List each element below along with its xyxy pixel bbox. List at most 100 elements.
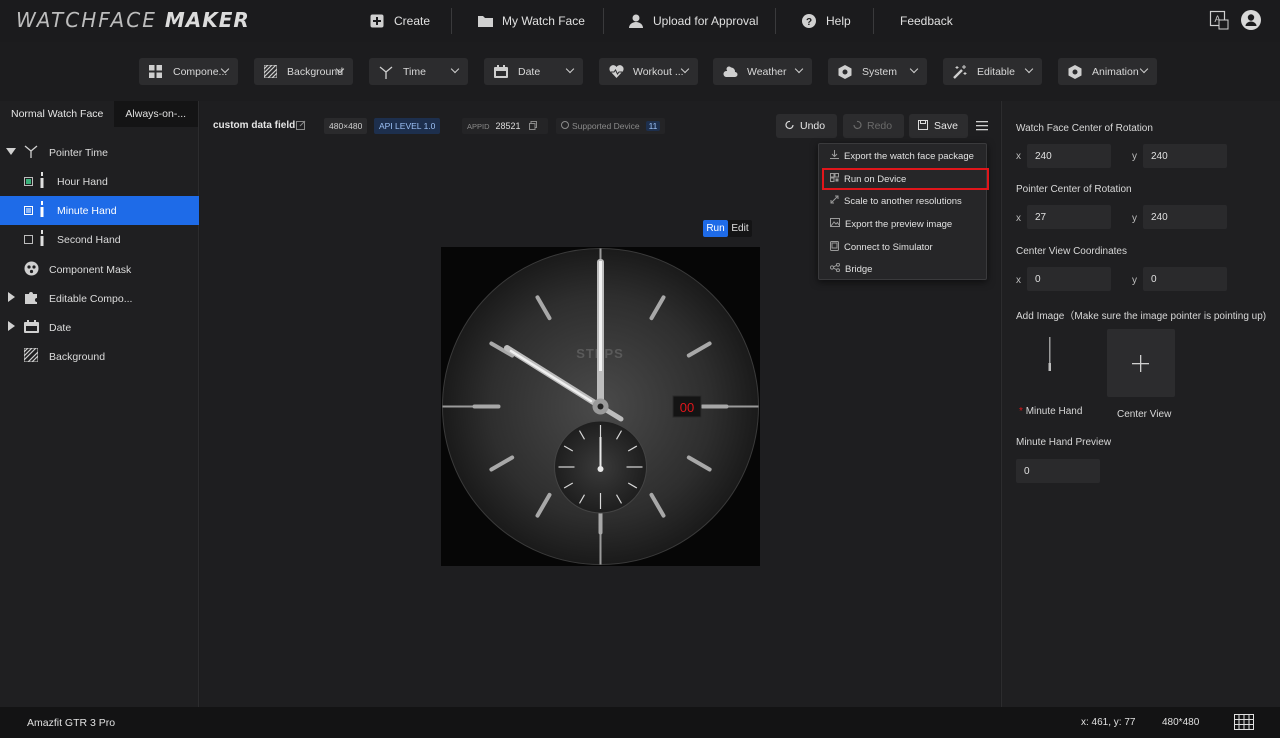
clock-hands-icon bbox=[379, 65, 393, 79]
resolution-badge: 480×480 bbox=[324, 118, 368, 134]
add-image-label: Add Image（Make sure the image pointer is… bbox=[1016, 311, 1267, 322]
undo-button[interactable]: Undo bbox=[776, 114, 837, 138]
menu-item-connect-simulator[interactable]: Connect to Simulator bbox=[819, 236, 988, 258]
more-options-menu: Export the watch face package Run on Dev… bbox=[818, 143, 989, 280]
simulator-icon bbox=[830, 240, 839, 254]
my-watch-face-button[interactable]: My Watch Face bbox=[478, 14, 585, 28]
tree-item-date[interactable]: Date bbox=[0, 313, 199, 342]
chevron-down-icon bbox=[1024, 64, 1034, 74]
edit-name-icon[interactable] bbox=[296, 120, 306, 133]
component-toolbar: Compone... Background Time Date Workout … bbox=[0, 42, 1280, 101]
component-button-system[interactable]: System bbox=[828, 58, 927, 85]
y-label: y bbox=[1132, 275, 1137, 286]
redo-button[interactable]: Redo bbox=[843, 114, 904, 138]
account-avatar-icon[interactable] bbox=[1241, 10, 1261, 30]
save-button[interactable]: Save bbox=[909, 114, 968, 138]
x-label: x bbox=[1016, 275, 1021, 286]
component-button-weather[interactable]: Weather bbox=[713, 58, 812, 85]
copy-icon[interactable] bbox=[528, 120, 537, 132]
center-rotation-label: Watch Face Center of Rotation bbox=[1016, 123, 1153, 134]
component-button-time[interactable]: Time bbox=[369, 58, 468, 85]
device-name[interactable]: Amazfit GTR 3 Pro bbox=[27, 717, 115, 729]
create-button[interactable]: Create bbox=[370, 14, 430, 28]
clock-hands-icon bbox=[24, 144, 40, 161]
component-button-date[interactable]: Date bbox=[484, 58, 583, 85]
minute-hand-preview-label: Minute Hand Preview bbox=[1016, 437, 1112, 448]
component-button-workout[interactable]: Workout ... bbox=[599, 58, 698, 85]
tab-normal-watch-face[interactable]: Normal Watch Face bbox=[0, 101, 115, 127]
tree-item-minute-hand[interactable]: Minute Hand bbox=[0, 196, 199, 225]
plus-square-icon bbox=[370, 14, 384, 28]
y-label: y bbox=[1132, 151, 1137, 162]
user-icon bbox=[629, 14, 643, 28]
tree-item-pointer-time[interactable]: Pointer Time bbox=[0, 138, 199, 167]
center-rotation-x-input[interactable]: 240 bbox=[1027, 144, 1111, 168]
edit-toggle[interactable]: Edit bbox=[728, 220, 752, 237]
watch-face-preview[interactable]: STEPS 00 bbox=[441, 247, 760, 566]
hexagon-icon bbox=[1068, 64, 1082, 79]
hand-icon bbox=[40, 230, 46, 249]
canvas-resolution: 480*480 bbox=[1162, 717, 1200, 728]
grid-toggle-icon[interactable] bbox=[1234, 714, 1254, 733]
hand-icon bbox=[40, 201, 46, 220]
menu-item-scale-resolutions[interactable]: Scale to another resolutions bbox=[819, 190, 988, 212]
calendar-icon bbox=[24, 319, 40, 336]
center-view-upload-button[interactable] bbox=[1107, 329, 1175, 397]
minute-hand-preview-input[interactable]: 0 bbox=[1016, 459, 1100, 483]
tree-item-editable-components[interactable]: Editable Compo... bbox=[0, 284, 199, 313]
center-view-y-input[interactable]: 0 bbox=[1143, 267, 1227, 291]
qr-code-icon bbox=[830, 173, 839, 185]
tree-item-second-hand[interactable]: Second Hand bbox=[0, 225, 199, 254]
help-button[interactable]: ? Help bbox=[802, 14, 851, 28]
download-icon bbox=[830, 150, 839, 162]
center-pivot-core bbox=[597, 403, 604, 410]
hexagon-icon bbox=[838, 64, 852, 79]
run-toggle[interactable]: Run bbox=[703, 220, 728, 237]
grid-icon bbox=[149, 64, 163, 79]
feedback-button[interactable]: Feedback bbox=[900, 14, 953, 28]
appid-badge: APPID 28521 bbox=[462, 118, 548, 134]
tree-item-hour-hand[interactable]: Hour Hand bbox=[0, 167, 199, 196]
tab-always-on[interactable]: Always-on-... bbox=[114, 101, 198, 127]
component-button-editable[interactable]: Editable bbox=[943, 58, 1042, 85]
properties-panel: Watch Face Center of Rotation x 240 y 24… bbox=[1001, 101, 1280, 707]
visibility-checkbox[interactable] bbox=[24, 177, 33, 186]
calendar-icon bbox=[494, 64, 508, 79]
translate-icon[interactable]: A bbox=[1209, 10, 1229, 30]
y-label: y bbox=[1132, 213, 1137, 224]
tree-item-component-mask[interactable]: Component Mask bbox=[0, 255, 199, 284]
component-button-animation[interactable]: Animation bbox=[1058, 58, 1157, 85]
center-view-x-input[interactable]: 0 bbox=[1027, 267, 1111, 291]
component-button-background[interactable]: Background bbox=[254, 58, 353, 85]
visibility-checkbox[interactable] bbox=[24, 235, 33, 244]
hand-icon bbox=[40, 172, 46, 191]
menu-item-export-package[interactable]: Export the watch face package bbox=[819, 145, 988, 167]
subdial-pivot bbox=[597, 466, 604, 472]
visibility-checkbox[interactable] bbox=[24, 206, 33, 215]
redo-icon bbox=[852, 120, 862, 133]
x-label: x bbox=[1016, 151, 1021, 162]
menu-item-run-on-device[interactable]: Run on Device bbox=[822, 168, 989, 190]
menu-item-export-preview[interactable]: Export the preview image bbox=[819, 213, 988, 235]
menu-item-bridge[interactable]: Bridge bbox=[819, 258, 988, 280]
supported-device-badge[interactable]: Supported Device 11 bbox=[556, 118, 666, 134]
minute-hand-image-slot[interactable] bbox=[1016, 329, 1084, 397]
app-logo[interactable]: WATCHFACE MAKER bbox=[16, 8, 250, 32]
status-bar: Amazfit GTR 3 Pro x: 461, y: 77 480*480 bbox=[0, 707, 1280, 738]
tree-item-background[interactable]: Background bbox=[0, 342, 199, 371]
caret-right-icon[interactable] bbox=[8, 292, 16, 305]
puzzle-icon bbox=[24, 290, 40, 308]
center-rotation-y-input[interactable]: 240 bbox=[1143, 144, 1227, 168]
save-icon bbox=[918, 119, 928, 133]
component-button-components[interactable]: Compone... bbox=[139, 58, 238, 85]
caret-right-icon[interactable] bbox=[8, 321, 16, 334]
pointer-center-y-input[interactable]: 240 bbox=[1143, 205, 1227, 229]
pointer-center-x-input[interactable]: 27 bbox=[1027, 205, 1111, 229]
bridge-icon bbox=[829, 262, 840, 275]
svg-text:?: ? bbox=[806, 17, 812, 28]
nav-divider bbox=[775, 8, 776, 34]
minute-hand-lume bbox=[599, 261, 602, 371]
caret-down-icon[interactable] bbox=[6, 147, 16, 159]
upload-for-approval-button[interactable]: Upload for Approval bbox=[629, 14, 758, 28]
more-menu-icon[interactable] bbox=[976, 121, 988, 134]
